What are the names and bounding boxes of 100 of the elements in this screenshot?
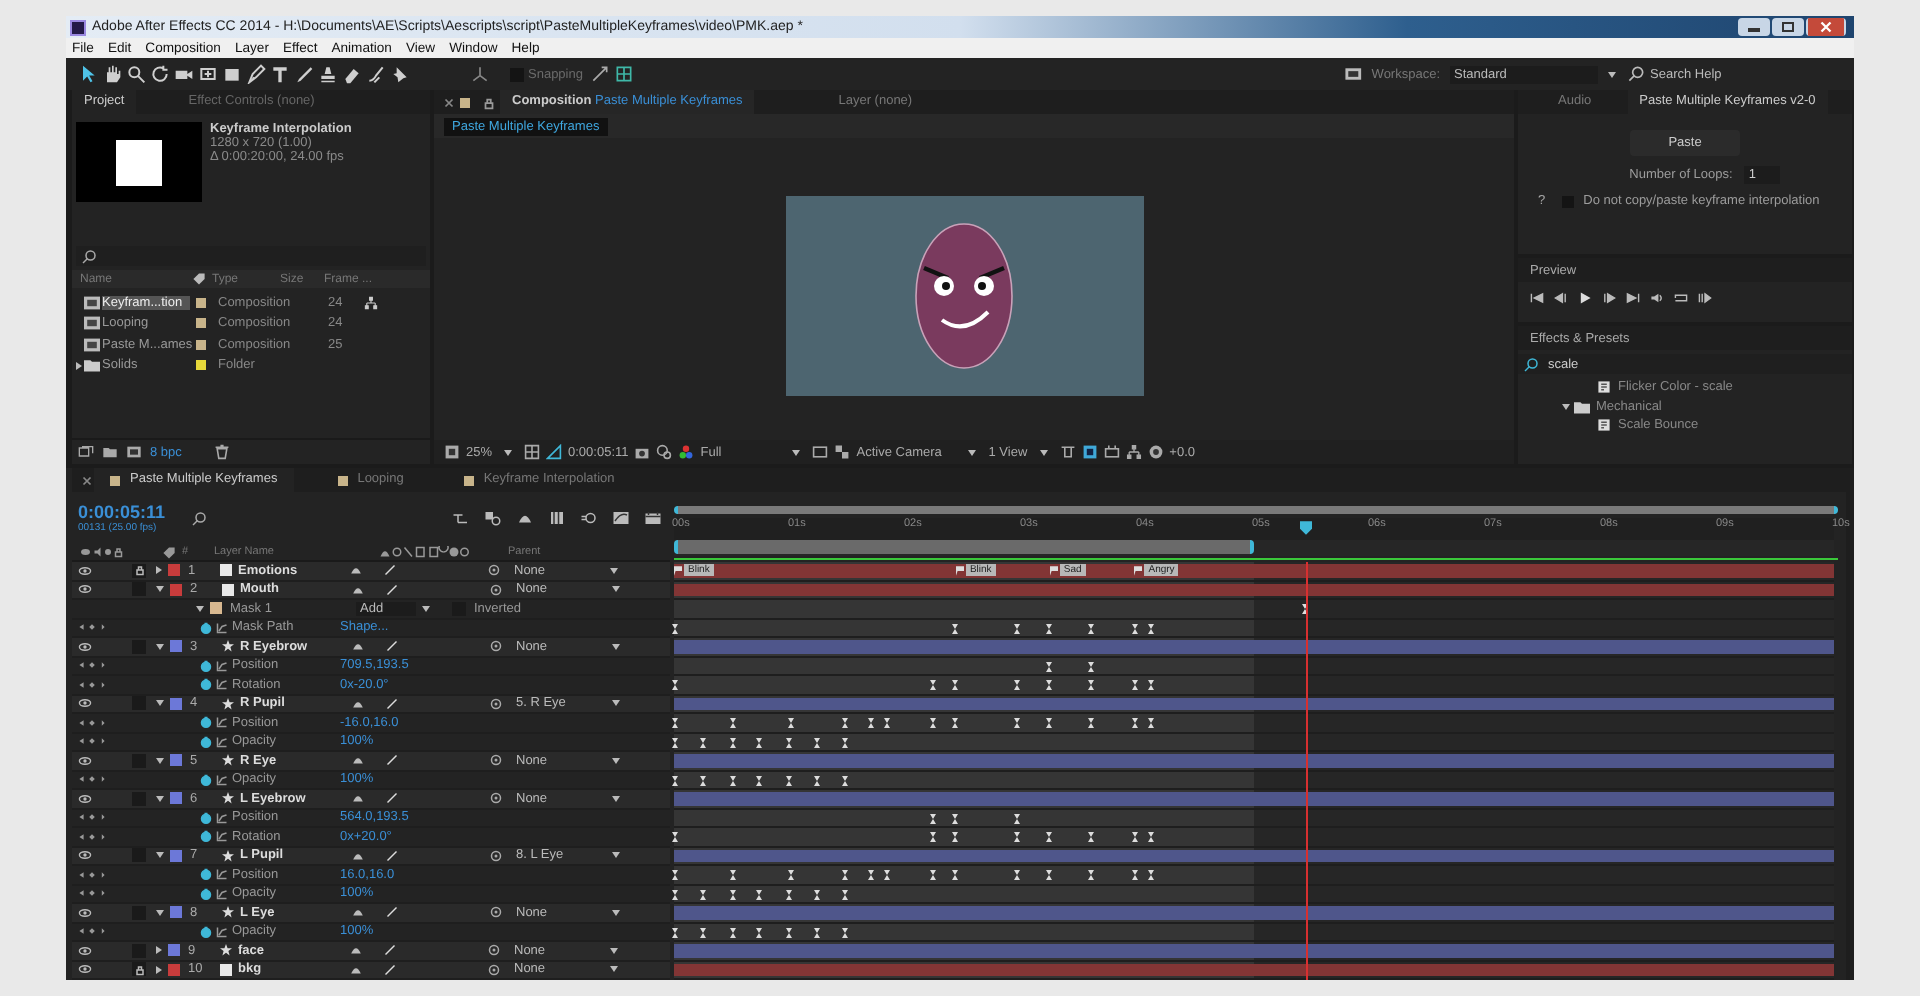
flowchart-icon[interactable] [364, 295, 378, 310]
interpret-footage-icon[interactable] [78, 444, 94, 460]
keyframe-icon[interactable] [952, 870, 959, 880]
quality-icon[interactable] [386, 754, 398, 767]
keyframe-icon[interactable] [756, 775, 763, 785]
keyframe-icon[interactable] [1088, 718, 1095, 728]
next-frame-icon[interactable] [1602, 292, 1616, 304]
expand-arrow-icon[interactable] [156, 643, 164, 650]
stopwatch-icon[interactable] [200, 773, 212, 786]
first-frame-icon[interactable] [1530, 292, 1544, 304]
label-tag-icon[interactable] [192, 272, 206, 286]
camera-icon[interactable] [634, 444, 651, 460]
stopwatch-icon[interactable] [200, 735, 212, 748]
layer-duration-bar[interactable] [674, 564, 1834, 577]
pick-whip-icon[interactable] [490, 754, 502, 767]
graph-icon[interactable] [216, 716, 228, 729]
stopwatch-icon[interactable] [200, 925, 212, 938]
minimize-icon[interactable] [1738, 18, 1770, 36]
pick-whip-icon[interactable] [490, 906, 502, 919]
last-frame-icon[interactable] [1626, 292, 1640, 304]
keyframe-icon[interactable] [841, 927, 848, 937]
rotate-icon[interactable] [150, 64, 170, 84]
visibility-eye-icon[interactable] [78, 964, 92, 975]
quality-icon[interactable] [386, 906, 398, 919]
caret-icon[interactable] [1608, 71, 1616, 77]
search-icon[interactable] [190, 509, 208, 527]
lock-switch[interactable] [132, 563, 146, 578]
play-icon[interactable] [1578, 292, 1592, 304]
marker-icon[interactable] [1049, 565, 1058, 575]
keyframe-icon[interactable] [756, 927, 763, 937]
keyframe-icon[interactable] [1088, 623, 1095, 633]
keyframe-icon[interactable] [929, 680, 936, 690]
folder-icon[interactable] [102, 444, 118, 460]
caret-icon[interactable] [610, 966, 618, 973]
keyframe-navigator-icon[interactable] [78, 717, 106, 728]
shy-icon[interactable] [352, 640, 364, 653]
label-color[interactable] [196, 318, 206, 329]
visibility-eye-icon[interactable] [78, 698, 92, 709]
graph-icon[interactable] [216, 773, 228, 786]
keyframe-icon[interactable] [841, 775, 848, 785]
keyframe-icon[interactable] [952, 680, 959, 690]
snap-grid-icon[interactable] [614, 64, 635, 84]
frame-blending-icon[interactable] [548, 510, 566, 526]
expand-arrow-icon[interactable] [156, 757, 164, 764]
shy-icon[interactable] [352, 754, 364, 767]
ram-preview-icon[interactable] [1698, 292, 1712, 304]
comp-mini-flowchart-icon[interactable] [452, 510, 470, 526]
quality-icon[interactable] [386, 849, 398, 862]
keyframe-icon[interactable] [813, 775, 820, 785]
pixel-aspect-icon[interactable] [1059, 444, 1076, 460]
region-icon[interactable] [444, 444, 460, 460]
caret-icon[interactable] [968, 449, 977, 455]
audio-icon[interactable] [1650, 292, 1664, 304]
keyframe-navigator-icon[interactable] [78, 812, 106, 823]
motion-blur-icon[interactable] [580, 510, 598, 526]
graph-icon[interactable] [216, 830, 228, 843]
caret-icon[interactable] [612, 852, 620, 859]
graph-icon[interactable] [216, 887, 228, 900]
search-field[interactable] [76, 246, 426, 266]
keyframe-icon[interactable] [756, 889, 763, 899]
shy-icon[interactable] [352, 849, 364, 862]
expand-arrow-icon[interactable] [156, 566, 162, 575]
search-icon[interactable] [1626, 64, 1646, 84]
keyframe-icon[interactable] [785, 927, 792, 937]
keyframe-navigator-icon[interactable] [78, 926, 106, 937]
maximize-icon[interactable] [1772, 18, 1804, 36]
keyframe-icon[interactable] [756, 737, 763, 747]
pan-behind-icon[interactable] [198, 64, 218, 84]
expand-arrow-icon[interactable] [156, 700, 164, 707]
visibility-eye-icon[interactable] [78, 641, 92, 652]
expand-arrow-icon[interactable] [156, 586, 164, 593]
zoom-icon[interactable] [126, 64, 146, 84]
keyframe-icon[interactable] [813, 927, 820, 937]
keyframe-navigator-icon[interactable] [78, 869, 106, 880]
graph-icon[interactable] [216, 621, 228, 634]
keyframe-icon[interactable] [1046, 832, 1053, 842]
caret-icon[interactable] [612, 586, 620, 593]
keyframe-icon[interactable] [929, 718, 936, 728]
expand-arrow-icon[interactable] [156, 852, 164, 859]
fast-preview-icon[interactable] [1081, 444, 1098, 460]
caret-icon[interactable] [792, 449, 801, 455]
graph-icon[interactable] [216, 868, 228, 881]
label-color[interactable] [170, 754, 182, 767]
keyframe-navigator-icon[interactable] [78, 660, 106, 671]
stopwatch-icon[interactable] [200, 678, 212, 691]
pick-whip-icon[interactable] [490, 697, 502, 710]
caret-icon[interactable] [610, 947, 618, 954]
current-time[interactable]: 0:00:05:11 [78, 502, 178, 522]
label-color[interactable] [168, 963, 180, 976]
graph-icon[interactable] [216, 811, 228, 824]
quality-icon[interactable] [386, 792, 398, 805]
keyframe-navigator-icon[interactable] [78, 774, 106, 785]
visibility-eye-icon[interactable] [78, 793, 92, 804]
brush-icon[interactable] [294, 64, 314, 84]
visibility-eye-icon[interactable] [78, 850, 92, 861]
lock-icon[interactable] [482, 95, 496, 109]
keyframe-icon[interactable] [1088, 870, 1095, 880]
label-color[interactable] [170, 697, 182, 710]
label-color[interactable] [170, 792, 182, 805]
graph-icon[interactable] [216, 678, 228, 691]
